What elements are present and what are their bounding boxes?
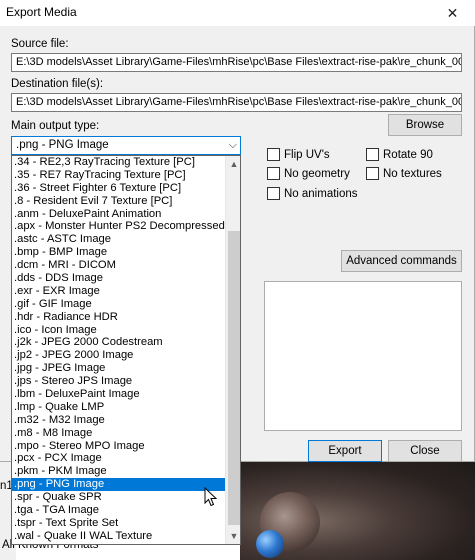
format-option[interactable]: .pcx - PCX Image [12, 452, 225, 465]
no-textures-option[interactable]: No textures [366, 167, 442, 180]
format-option[interactable]: .png - PNG Image [12, 478, 225, 492]
no-animations-label: No animations [284, 187, 358, 200]
rotate-90-label: Rotate 90 [383, 148, 433, 161]
format-option[interactable]: .bmp - BMP Image [12, 246, 225, 259]
format-option[interactable]: .tspr - Text Sprite Set [12, 517, 225, 530]
dropdown-scrollbar[interactable]: ▲ ▼ [225, 156, 240, 544]
format-option[interactable]: .anm - DeluxePaint Animation [12, 208, 225, 221]
format-option[interactable]: .jps - Stereo JPS Image [12, 375, 225, 388]
format-option[interactable]: .gif - GIF Image [12, 298, 225, 311]
source-label: Source file: [11, 38, 69, 50]
format-option[interactable]: .wal - Quake II WAL Texture [12, 530, 225, 543]
options-panel [264, 281, 462, 431]
flip-uvs-checkbox[interactable] [267, 148, 280, 161]
format-option[interactable]: .pkm - PKM Image [12, 465, 225, 478]
format-option[interactable]: .exr - EXR Image [12, 285, 225, 298]
scroll-down-icon[interactable]: ▼ [226, 528, 240, 544]
chevron-down-icon[interactable]: ⌵ [229, 139, 237, 152]
format-option[interactable]: .34 - RE2,3 RayTracing Texture [PC] [12, 156, 225, 169]
no-geometry-option[interactable]: No geometry [267, 167, 350, 180]
no-animations-checkbox[interactable] [267, 187, 280, 200]
format-option[interactable]: .lmp - Quake LMP [12, 401, 225, 414]
scroll-up-icon[interactable]: ▲ [226, 156, 240, 172]
format-option[interactable]: .m32 - M32 Image [12, 414, 225, 427]
browse-button[interactable]: Browse [388, 114, 462, 136]
scroll-thumb[interactable] [228, 231, 240, 525]
no-geometry-label: No geometry [284, 167, 350, 180]
close-icon[interactable]: ✕ [430, 0, 475, 26]
output-type-label: Main output type: [11, 120, 100, 132]
format-option[interactable]: .36 - Street Fighter 6 Texture [PC] [12, 182, 225, 195]
format-option[interactable]: .lbm - DeluxePaint Image [12, 388, 225, 401]
no-textures-label: No textures [383, 167, 442, 180]
format-option[interactable]: .m8 - M8 Image [12, 427, 225, 440]
close-button[interactable]: Close [388, 440, 462, 462]
format-option[interactable]: .astc - ASTC Image [12, 233, 225, 246]
format-option[interactable]: .dcm - MRI - DICOM [12, 259, 225, 272]
mouse-cursor-icon [204, 487, 218, 507]
format-option[interactable]: .j2k - JPEG 2000 Codestream [12, 336, 225, 349]
format-list[interactable]: .34 - RE2,3 RayTracing Texture [PC] .35 -… [12, 156, 225, 544]
flip-uvs-label: Flip UV's [284, 148, 330, 161]
output-type-selected: .png - PNG Image [16, 139, 109, 151]
destination-label: Destination file(s): [11, 78, 104, 90]
title-bar: Export Media ✕ [0, 0, 475, 26]
advanced-commands-button[interactable]: Advanced commands [341, 250, 462, 272]
format-option[interactable]: .jp2 - JPEG 2000 Image [12, 349, 225, 362]
format-option[interactable]: .8 - Resident Evil 7 Texture [PC] [12, 195, 225, 208]
window-title: Export Media [6, 5, 77, 19]
no-geometry-checkbox[interactable] [267, 167, 280, 180]
source-file-field[interactable]: E:\3D models\Asset Library\Game-Files\mh… [11, 53, 462, 72]
rotate-90-checkbox[interactable] [366, 148, 379, 161]
no-textures-checkbox[interactable] [366, 167, 379, 180]
export-button[interactable]: Export [308, 440, 382, 462]
format-option[interactable]: .spr - Quake SPR [12, 491, 225, 504]
format-option[interactable]: .ico - Icon Image [12, 324, 225, 337]
format-option[interactable]: .35 - RE7 RayTracing Texture [PC] [12, 169, 225, 182]
output-type-select[interactable]: .png - PNG Image ⌵ [11, 136, 241, 155]
destination-file-field[interactable]: E:\3D models\Asset Library\Game-Files\mh… [11, 93, 462, 112]
flip-uvs-option[interactable]: Flip UV's [267, 148, 330, 161]
format-option[interactable]: .dds - DDS Image [12, 272, 225, 285]
globe-icon [256, 530, 284, 558]
format-option[interactable]: .jpg - JPEG Image [12, 362, 225, 375]
format-option[interactable]: .apx - Monster Hunter PS2 Decompressed T [12, 220, 225, 233]
format-option[interactable]: .tga - TGA Image [12, 504, 225, 517]
format-option[interactable]: .mpo - Stereo MPO Image [12, 440, 225, 453]
no-animations-option[interactable]: No animations [267, 187, 358, 200]
rotate-90-option[interactable]: Rotate 90 [366, 148, 433, 161]
format-option[interactable]: .hdr - Radiance HDR [12, 311, 225, 324]
